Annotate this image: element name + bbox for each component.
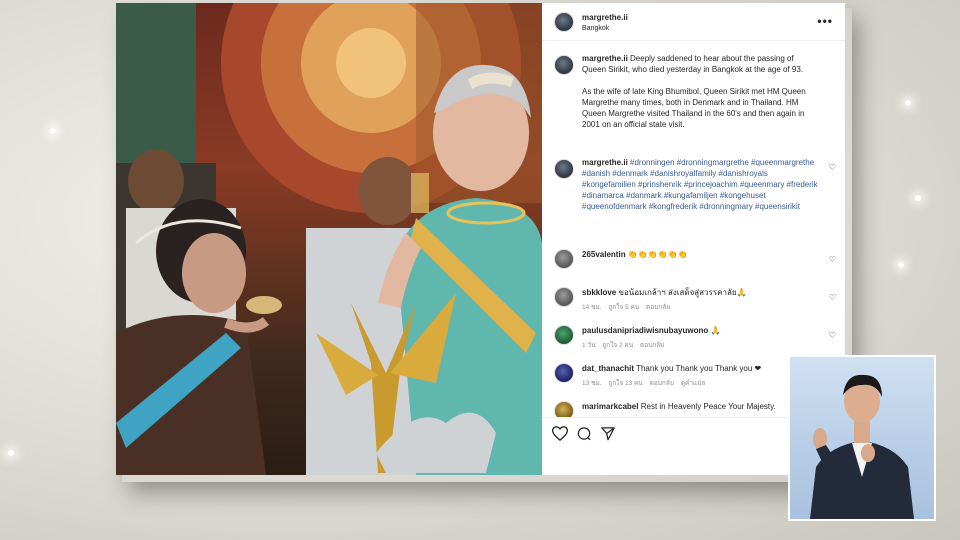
hashtag-username[interactable]: margrethe.ii <box>582 158 628 167</box>
comment-icon[interactable] <box>576 426 592 441</box>
comment-body: ขอน้อมเกล้าฯ ส่งเสด็จสู่สวรรคาลัย🙏 <box>618 288 747 297</box>
sparkle-decoration <box>905 100 911 106</box>
comment-username[interactable]: sbkklove <box>582 288 616 297</box>
avatar[interactable] <box>554 12 574 32</box>
comment-time: 14 ชม. <box>582 304 602 311</box>
comment-likes[interactable]: ถูกใจ 5 คน <box>608 304 639 311</box>
avatar[interactable] <box>554 249 574 269</box>
comment-text: sbkklove ขอน้อมเกล้าฯ ส่งเสด็จสู่สวรรคาล… <box>582 287 819 298</box>
caption-username[interactable]: margrethe.ii <box>582 54 628 63</box>
avatar[interactable] <box>554 287 574 307</box>
comment-body: 🙏 <box>710 326 721 335</box>
caption-text: margrethe.ii Deeply saddened to hear abo… <box>582 53 819 130</box>
sparkle-decoration <box>8 450 14 456</box>
comment-time: 1 วัน <box>582 342 596 349</box>
comment-text: marimarkcabel Rest in Heavenly Peace You… <box>582 401 819 412</box>
comment-time: 13 ชม. <box>582 380 602 387</box>
reply-link[interactable]: ตอบกลับ <box>640 342 664 349</box>
see-translation-link[interactable]: ดูคำแปล <box>681 380 706 387</box>
avatar[interactable] <box>554 363 574 383</box>
share-icon[interactable] <box>600 426 616 441</box>
post-header: margrethe.ii Bangkok ••• <box>542 3 845 41</box>
post-username[interactable]: margrethe.ii <box>582 13 628 22</box>
comment-likes[interactable]: ถูกใจ 2 คน <box>602 342 633 349</box>
heart-icon[interactable]: ♡ <box>829 255 836 264</box>
sparkle-decoration <box>50 128 56 134</box>
comment-row: sbkklove ขอน้อมเกล้าฯ ส่งเสด็จสู่สวรรคาล… <box>542 287 845 323</box>
avatar[interactable] <box>554 55 574 75</box>
post-location[interactable]: Bangkok <box>582 25 609 32</box>
comment-likes[interactable]: ถูกใจ 13 คน <box>608 380 643 387</box>
hashtag-text: margrethe.ii #dronningen #dronningmargre… <box>582 157 819 212</box>
interpreter-figure <box>810 374 914 519</box>
caption: margrethe.ii Deeply saddened to hear abo… <box>542 53 845 163</box>
heart-icon[interactable]: ♡ <box>829 331 836 340</box>
comment-username[interactable]: 265valentin <box>582 250 626 259</box>
caption-paragraph-2: As the wife of late King Bhumibol, Queen… <box>582 87 806 129</box>
comment-text: 265valentin 👏👏👏👏👏👏 <box>582 249 819 260</box>
heart-icon[interactable]: ♡ <box>829 293 836 302</box>
more-options-icon[interactable]: ••• <box>817 14 833 28</box>
comment-username[interactable]: dat_thanachit <box>582 364 634 373</box>
post-photo: › <box>116 3 542 475</box>
sign-language-interpreter-video <box>788 355 936 521</box>
sparkle-decoration <box>898 262 904 268</box>
comment-body: Thank you Thank you Thank you ❤ <box>636 364 762 373</box>
comment-meta: 14 ชม. ถูกใจ 5 คน ตอบกลับ <box>582 302 675 312</box>
heart-icon[interactable]: ♡ <box>829 163 836 172</box>
comment-username[interactable]: paulusdanipriadiwisnubayuwono <box>582 326 708 335</box>
comment-row: 265valentin 👏👏👏👏👏👏 ♡ <box>542 249 845 279</box>
comment-body: 👏👏👏👏👏👏 <box>627 250 688 259</box>
comment-text: paulusdanipriadiwisnubayuwono 🙏 <box>582 325 819 336</box>
comment-text: dat_thanachit Thank you Thank you Thank … <box>582 363 819 374</box>
avatar[interactable] <box>554 159 574 179</box>
comment-body: Rest in Heavenly Peace Your Majesty. <box>640 402 776 411</box>
post-photo-illustration <box>116 3 542 475</box>
sparkle-decoration <box>915 195 921 201</box>
hashtag-comment: margrethe.ii #dronningen #dronningmargre… <box>542 157 845 237</box>
comment-meta: 13 ชม. ถูกใจ 13 คน ตอบกลับ ดูคำแปล <box>582 378 710 388</box>
reply-link[interactable]: ตอบกลับ <box>650 380 674 387</box>
reply-link[interactable]: ตอบกลับ <box>646 304 670 311</box>
avatar[interactable] <box>554 325 574 345</box>
comment-meta: 1 วัน ถูกใจ 2 คน ตอบกลับ <box>582 340 669 350</box>
comment-username[interactable]: marimarkcabel <box>582 402 638 411</box>
heart-icon[interactable] <box>552 426 568 441</box>
